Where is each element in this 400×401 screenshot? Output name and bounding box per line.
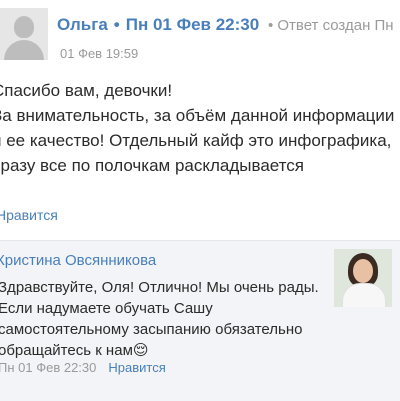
reply-date: Пн 01 Фев 22:30 bbox=[0, 360, 97, 375]
avatar-head-shape bbox=[14, 16, 34, 38]
reply-like-link[interactable]: Нравится bbox=[108, 360, 165, 375]
comment-author[interactable]: Ольга bbox=[57, 15, 108, 34]
reply-line: Если надумаете обучать Сашу bbox=[0, 300, 213, 317]
reply-block: Кристина Овсянникова Здравствуйте, Оля! … bbox=[0, 240, 400, 401]
comment-line: сразу все по полочкам раскладывается bbox=[0, 156, 304, 175]
reply-line: Здравствуйте, Оля! Отлично! Мы очень рад… bbox=[0, 279, 319, 296]
comment-line: За внимательность, за объём данной инфор… bbox=[0, 106, 395, 125]
reply-created-label: • Ответ создан Пн bbox=[267, 17, 394, 34]
comment-line: и ее качество! Отдельный кайф это инфогр… bbox=[0, 131, 392, 150]
reply-author[interactable]: Кристина Овсянникова bbox=[0, 252, 156, 269]
comment-datetime: Пн 01 Фев 22:30 bbox=[125, 15, 260, 34]
comment-header: Ольга • Пн 01 Фев 22:30 • Ответ создан Пн bbox=[57, 14, 394, 37]
avatar-shoulders-shape bbox=[4, 40, 44, 60]
avatar-face-shape bbox=[353, 259, 373, 283]
user-avatar-placeholder bbox=[0, 8, 48, 60]
reply-line: обращайтесь к нам😌 bbox=[0, 342, 149, 359]
comment-like-link[interactable]: Нравится bbox=[0, 207, 58, 223]
header-separator: • bbox=[113, 15, 120, 34]
comment-message: Спасибо вам, девочки! За внимательность,… bbox=[0, 78, 400, 178]
reply-footer: Пн 01 Фев 22:30 Нравится bbox=[0, 360, 166, 375]
comment-sub-date: 01 Фев 19:59 bbox=[60, 46, 139, 61]
reply-message: Здравствуйте, Оля! Отлично! Мы очень рад… bbox=[0, 277, 328, 361]
comment-line: Спасибо вам, девочки! bbox=[0, 81, 173, 100]
avatar-body-shape bbox=[342, 283, 386, 307]
reply-line: самостоятельному засыпанию обязательно bbox=[0, 321, 303, 338]
reply-author-avatar[interactable] bbox=[334, 249, 392, 307]
